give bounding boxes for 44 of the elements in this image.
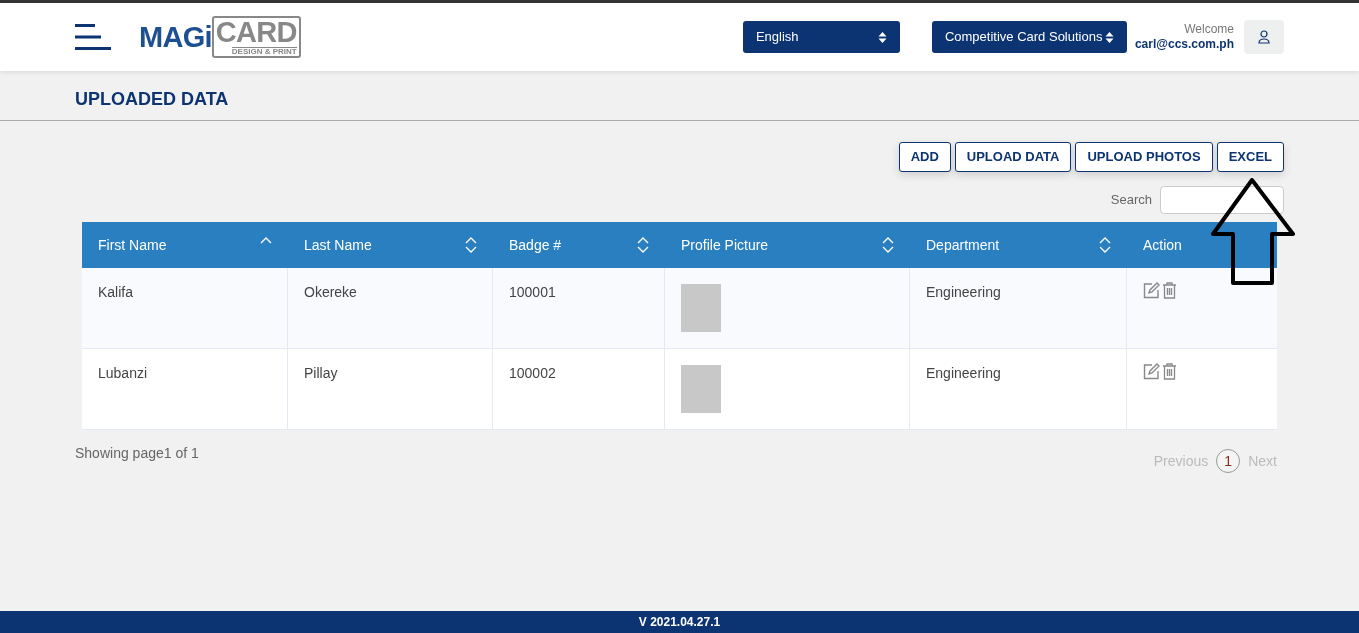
column-header[interactable]: Last Name — [288, 222, 493, 268]
edit-icon[interactable] — [1143, 282, 1160, 299]
welcome-text: Welcome — [1184, 22, 1234, 37]
logo: MAGi CARD DESIGN & PRINT — [139, 16, 301, 58]
table-cell: Pillay — [288, 349, 493, 429]
company-select[interactable]: Competitive Card Solutions — [931, 21, 1127, 53]
table-cell: Kalifa — [82, 268, 288, 348]
search-label: Search — [1110, 191, 1152, 210]
table-cell: Okereke — [288, 268, 493, 348]
photo-placeholder — [681, 365, 721, 413]
user-icon — [1258, 30, 1270, 44]
sort-icon[interactable] — [637, 236, 649, 254]
table-cell: 100001 — [493, 268, 665, 348]
table-cell: Engineering — [910, 349, 1127, 429]
edit-icon[interactable] — [1143, 363, 1160, 380]
user-button[interactable] — [1244, 20, 1284, 54]
menu-icon[interactable] — [75, 24, 111, 50]
column-header[interactable]: Action — [1127, 222, 1278, 268]
language-select[interactable]: English — [742, 21, 900, 53]
action-button[interactable]: UPLOAD PHOTOS — [1075, 142, 1213, 172]
column-header[interactable]: Badge # — [493, 222, 665, 268]
page-button[interactable]: 1 — [1216, 449, 1241, 473]
sort-icon[interactable] — [465, 236, 477, 254]
column-header[interactable]: First Name — [82, 222, 288, 268]
table-cell: 100002 — [493, 349, 665, 429]
column-header[interactable]: Department — [910, 222, 1127, 268]
user-email: carl@ccs.com.ph — [1134, 37, 1234, 52]
column-header[interactable]: Profile Picture — [665, 222, 910, 268]
action-button[interactable]: ADD — [898, 142, 951, 172]
version-text: V 2021.04.27.1 — [638, 614, 721, 631]
search-field[interactable] — [1160, 186, 1284, 214]
select-arrows-icon — [877, 30, 887, 44]
action-button[interactable]: EXCEL — [1216, 142, 1284, 172]
trash-icon[interactable] — [1162, 282, 1177, 299]
action-button[interactable]: UPLOAD DATA — [954, 142, 1072, 172]
page-title: UPLOADED DATA — [75, 88, 229, 111]
select-arrows-icon — [1104, 30, 1114, 44]
table-cell: Engineering — [910, 268, 1127, 348]
sort-icon[interactable] — [882, 236, 894, 254]
sort-icon[interactable] — [1099, 236, 1111, 254]
photo-placeholder — [681, 284, 721, 332]
trash-icon[interactable] — [1162, 363, 1177, 380]
table-cell: Lubanzi — [82, 349, 288, 429]
pagination-summary: Showing page1 of 1 — [75, 444, 199, 463]
